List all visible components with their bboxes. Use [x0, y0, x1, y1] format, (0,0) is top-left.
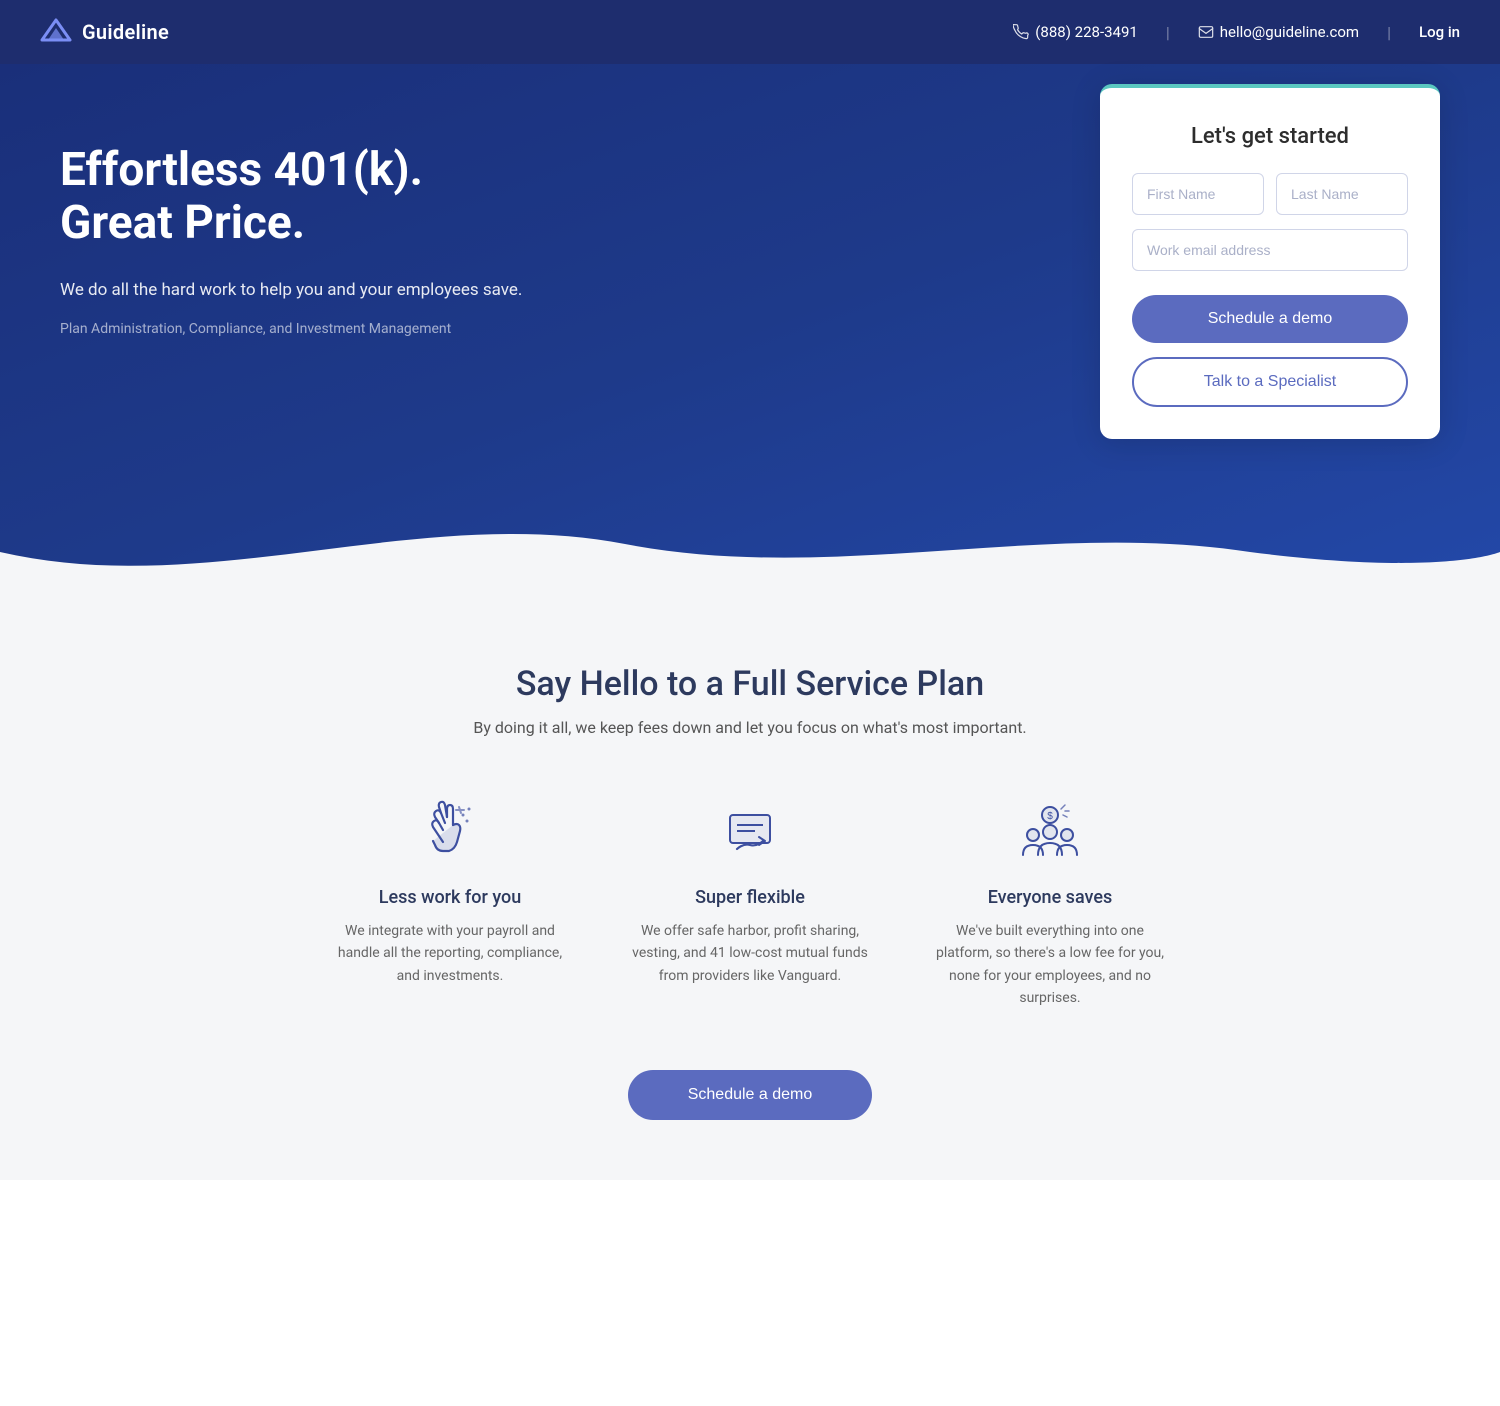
feature-name-1: Less work for you: [330, 887, 570, 908]
last-name-input[interactable]: [1276, 173, 1408, 215]
logo-text: Guideline: [82, 20, 169, 44]
header: Guideline (888) 228-3491 | hello@guideli…: [0, 0, 1500, 64]
feature-item-2: Super flexible We offer safe harbor, pro…: [630, 797, 870, 1010]
email-row: [1132, 229, 1408, 271]
email-icon: [1198, 24, 1214, 40]
talk-to-specialist-button[interactable]: Talk to a Specialist: [1132, 357, 1408, 407]
signup-card: Let's get started Schedule a demo Talk t…: [1100, 84, 1440, 439]
login-button[interactable]: Log in: [1419, 23, 1460, 41]
feature-desc-3: We've built everything into one platform…: [930, 920, 1170, 1010]
flexible-icon: [715, 797, 785, 867]
schedule-demo-button[interactable]: Schedule a demo: [1132, 295, 1408, 343]
phone-link[interactable]: (888) 228-3491: [1013, 23, 1138, 41]
first-name-input[interactable]: [1132, 173, 1264, 215]
phone-number: (888) 228-3491: [1035, 23, 1138, 41]
hero-wave: [0, 504, 1500, 584]
logo-icon: [40, 16, 72, 48]
email-address: hello@guideline.com: [1220, 23, 1359, 41]
feature-item-3: $ Everyone saves We've built everything …: [930, 797, 1170, 1010]
features-grid: Less work for you We integrate with your…: [40, 797, 1460, 1010]
phone-icon: [1013, 24, 1029, 40]
email-link[interactable]: hello@guideline.com: [1198, 23, 1359, 41]
feature-name-2: Super flexible: [630, 887, 870, 908]
feature-item-1: Less work for you We integrate with your…: [330, 797, 570, 1010]
hero-tagline: Plan Administration, Compliance, and Inv…: [60, 321, 660, 337]
people-savings-icon: $: [1015, 797, 1085, 867]
logo[interactable]: Guideline: [40, 16, 169, 48]
features-subtitle: By doing it all, we keep fees down and l…: [40, 718, 1460, 737]
svg-text:$: $: [1047, 811, 1053, 822]
hand-pointer-icon: [415, 797, 485, 867]
card-title: Let's get started: [1132, 124, 1408, 149]
features-section: Say Hello to a Full Service Plan By doin…: [0, 584, 1500, 1180]
hero-content: Effortless 401(k).Great Price. We do all…: [60, 124, 660, 464]
features-title: Say Hello to a Full Service Plan: [40, 664, 1460, 704]
feature-desc-2: We offer safe harbor, profit sharing, ve…: [630, 920, 870, 987]
hero-subtitle: We do all the hard work to help you and …: [60, 278, 660, 304]
feature-desc-1: We integrate with your payroll and handl…: [330, 920, 570, 987]
hero-title: Effortless 401(k).Great Price.: [60, 144, 660, 250]
hero-section: Effortless 401(k).Great Price. We do all…: [0, 64, 1500, 584]
features-schedule-demo-button[interactable]: Schedule a demo: [628, 1070, 873, 1120]
feature-name-3: Everyone saves: [930, 887, 1170, 908]
email-input[interactable]: [1132, 229, 1408, 271]
name-row: [1132, 173, 1408, 215]
header-nav: (888) 228-3491 | hello@guideline.com | L…: [1013, 23, 1460, 42]
